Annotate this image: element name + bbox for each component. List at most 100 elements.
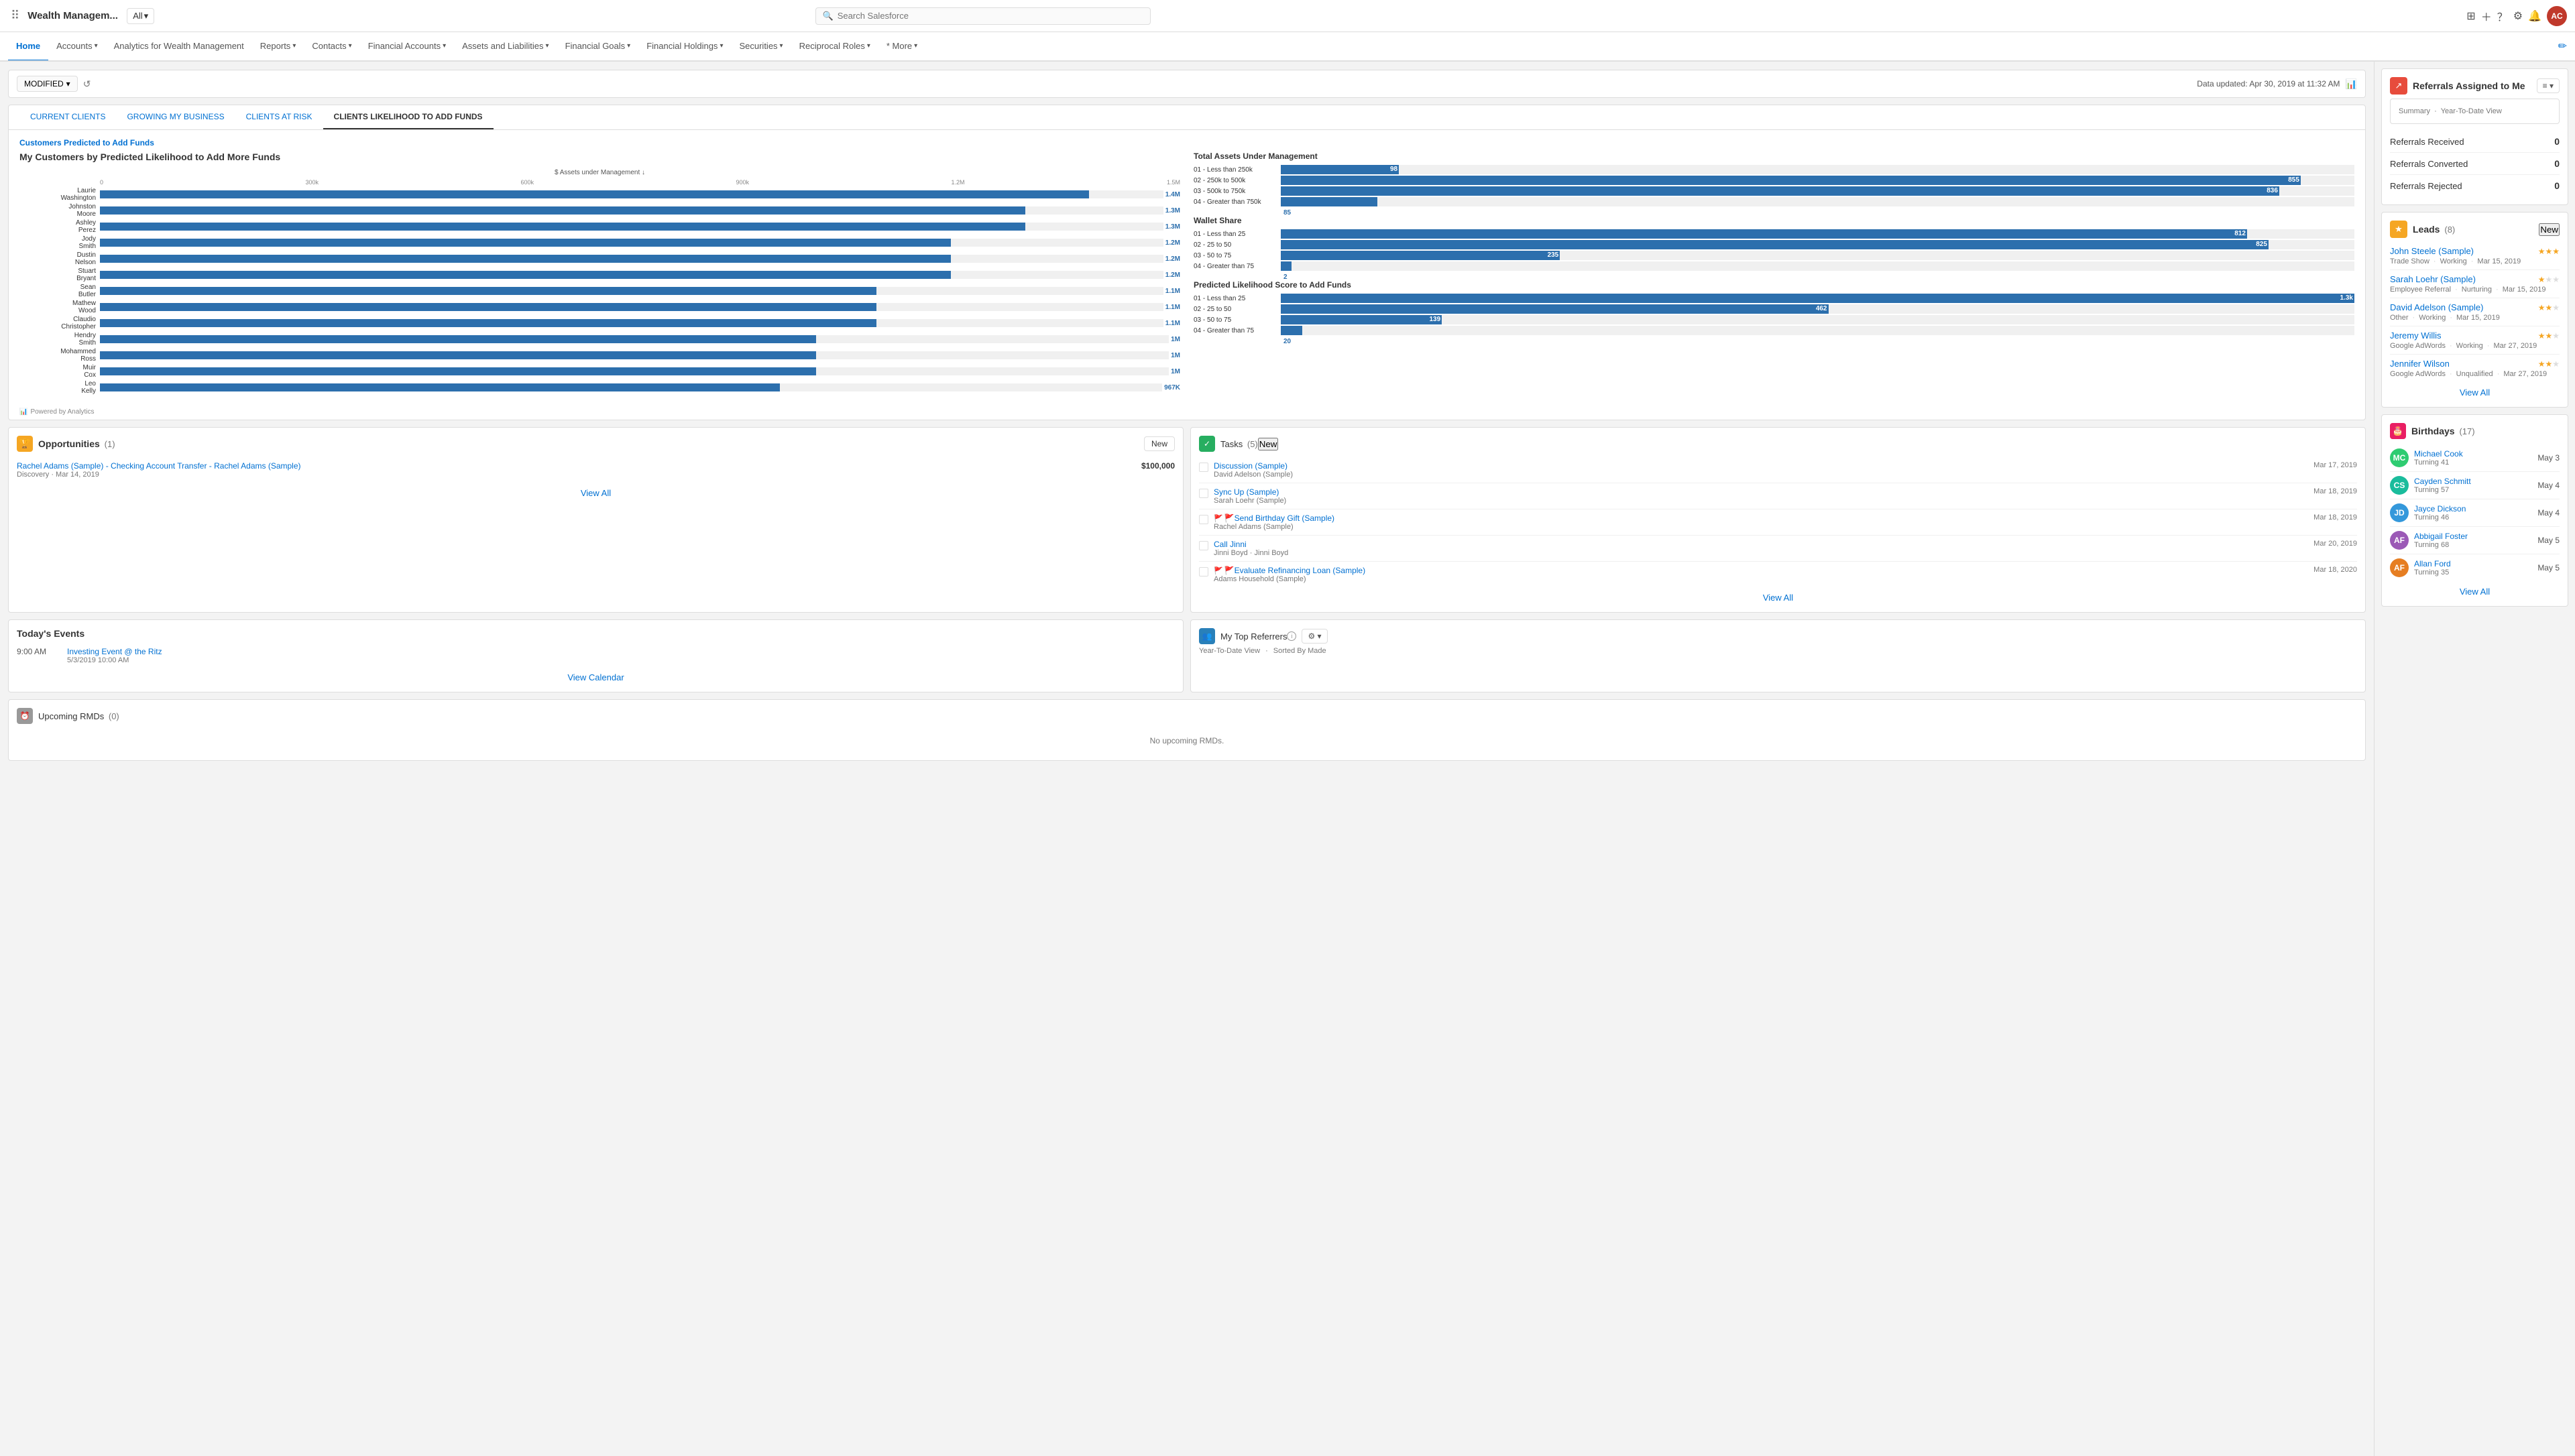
bar-track: [100, 287, 1163, 295]
reports-chevron-icon: ▾: [292, 42, 296, 50]
user-avatar[interactable]: AC: [2547, 6, 2567, 26]
birthday-name-link[interactable]: Michael Cook: [2414, 449, 2532, 459]
view-calendar-link[interactable]: View Calendar: [567, 672, 624, 682]
birthday-date: May 4: [2537, 481, 2560, 490]
referrers-settings-button[interactable]: ⚙ ▾: [1302, 629, 1327, 644]
accounts-chevron-icon: ▾: [95, 42, 98, 50]
left-chart: My Customers by Predicted Likelihood to …: [19, 151, 1180, 396]
app-launcher-icon[interactable]: ⠿: [8, 6, 22, 25]
nav-item-securities[interactable]: Securities ▾: [731, 32, 791, 62]
task-checkbox[interactable]: [1199, 567, 1208, 577]
lead-name-link[interactable]: John Steele (Sample): [2390, 246, 2474, 256]
bar-fill: [100, 303, 876, 311]
lead-name-link[interactable]: Jennifer Wilson: [2390, 359, 2450, 369]
notifications-icon[interactable]: 🔔: [2528, 9, 2541, 23]
birthday-item: AF Abbigail Foster Turning 68 May 5: [2390, 527, 2560, 554]
hbar-label: 02 - 25 to 50: [1194, 241, 1281, 249]
referrers-header: 👥 My Top Referrers i ⚙ ▾: [1199, 628, 2357, 644]
task-checkbox[interactable]: [1199, 463, 1208, 472]
nav-item-financial-goals[interactable]: Financial Goals ▾: [557, 32, 639, 62]
birthdays-card: 🎂 Birthdays (17) MC Michael Cook Turning…: [2381, 414, 2568, 607]
tab-current-clients[interactable]: CURRENT CLIENTS: [19, 105, 116, 129]
birthday-item: AF Allan Ford Turning 35 May 5: [2390, 554, 2560, 581]
nav-item-more[interactable]: * More ▾: [878, 32, 925, 62]
nav-item-financial-accounts[interactable]: Financial Accounts ▾: [360, 32, 454, 62]
left-bar-row: DustinNelson 1.2M: [19, 251, 1180, 266]
bar-track: [100, 367, 1169, 375]
tab-clients-at-risk[interactable]: CLIENTS AT RISK: [235, 105, 323, 129]
event-name-link[interactable]: Investing Event @ the Ritz: [67, 647, 162, 656]
lead-name-link[interactable]: David Adelson (Sample): [2390, 302, 2483, 312]
lead-name-link[interactable]: Sarah Loehr (Sample): [2390, 274, 2476, 284]
right-bar-row: 03 - 50 to 75 235: [1194, 251, 2354, 260]
nav-item-financial-holdings[interactable]: Financial Holdings ▾: [638, 32, 731, 62]
birthdays-view-all-link[interactable]: View All: [2460, 587, 2490, 597]
referrals-settings-button[interactable]: ≡ ▾: [2537, 78, 2560, 93]
add-icon[interactable]: ＋: [2481, 8, 2492, 24]
tab-growing-business[interactable]: GROWING MY BUSINESS: [116, 105, 235, 129]
leads-view-all-link[interactable]: View All: [2460, 387, 2490, 398]
nav-item-reports[interactable]: Reports ▾: [252, 32, 304, 62]
task-name-link[interactable]: Sync Up (Sample): [1214, 487, 2308, 497]
nav-item-contacts[interactable]: Contacts ▾: [304, 32, 359, 62]
birthday-name-link[interactable]: Cayden Schmitt: [2414, 477, 2532, 486]
birthdays-title: Birthdays (17): [2411, 426, 2560, 436]
hbar-track: 85: [1281, 197, 2354, 206]
bar-track: [100, 319, 1163, 327]
opportunities-view-all-link[interactable]: View All: [581, 488, 611, 498]
birthday-name-link[interactable]: Allan Ford: [2414, 559, 2532, 568]
bar-fill: [100, 206, 1025, 215]
hbar-fill: 825: [1281, 240, 2269, 249]
modified-label: MODIFIED: [24, 79, 64, 88]
top-actions: ⊞ ＋ ？ ⚙ 🔔 AC: [2466, 6, 2567, 26]
referrers-info-icon[interactable]: i: [1287, 631, 1296, 641]
help-icon[interactable]: ？: [2497, 8, 2508, 24]
leads-new-button[interactable]: New: [2539, 223, 2560, 236]
search-bar[interactable]: 🔍: [815, 7, 1151, 25]
right-bar-row: 01 - Less than 250k 98: [1194, 165, 2354, 174]
referral-label: Referrals Converted: [2390, 159, 2468, 169]
nav-item-reciprocal-roles[interactable]: Reciprocal Roles ▾: [791, 32, 878, 62]
nav-item-home[interactable]: Home: [8, 32, 48, 62]
all-dropdown[interactable]: All ▾: [127, 8, 154, 24]
lead-item: Jennifer Wilson ★★★ Google AdWords · Unq…: [2390, 355, 2560, 382]
grid-icon[interactable]: ⊞: [2466, 9, 2475, 23]
tab-clients-likelihood[interactable]: CLIENTS LIKELIHOOD TO ADD FUNDS: [323, 105, 494, 129]
lead-stars: ★★★: [2538, 275, 2560, 284]
hbar-value: 235: [1548, 251, 1559, 260]
bar-value: 1.2M: [1165, 255, 1180, 263]
nav-item-analytics[interactable]: Analytics for Wealth Management: [106, 32, 252, 62]
task-name-link[interactable]: Discussion (Sample): [1214, 461, 2308, 471]
axis-ticks: 0 300k 600k 900k 1.2M 1.5M: [100, 179, 1180, 186]
nav-item-assets[interactable]: Assets and Liabilities ▾: [454, 32, 557, 62]
settings-icon[interactable]: ⚙: [2513, 9, 2523, 23]
task-checkbox[interactable]: [1199, 515, 1208, 524]
hbar-fill: 836: [1281, 186, 2279, 196]
tasks-new-button[interactable]: New: [1258, 438, 1279, 450]
modified-button[interactable]: MODIFIED ▾: [17, 76, 78, 92]
opportunity-name-link[interactable]: Rachel Adams (Sample) - Checking Account…: [17, 461, 301, 471]
hbar-fill: [1281, 326, 1302, 335]
task-name-link[interactable]: 🚩Evaluate Refinancing Loan (Sample): [1214, 566, 2308, 575]
task-checkbox[interactable]: [1199, 541, 1208, 550]
birthday-info: Jayce Dickson Turning 46: [2414, 504, 2532, 522]
chart-icon[interactable]: 📊: [2346, 78, 2357, 90]
nav-item-accounts[interactable]: Accounts ▾: [48, 32, 106, 62]
task-name-link[interactable]: 🚩Send Birthday Gift (Sample): [1214, 513, 2308, 523]
task-sub: Adams Household (Sample): [1214, 575, 2308, 583]
task-name-link[interactable]: Call Jinni: [1214, 540, 2308, 549]
opportunities-new-button[interactable]: New: [1144, 436, 1175, 451]
task-checkbox[interactable]: [1199, 489, 1208, 498]
birthday-name-link[interactable]: Jayce Dickson: [2414, 504, 2532, 513]
lead-name-link[interactable]: Jeremy Willis: [2390, 330, 2442, 341]
refresh-icon[interactable]: ↺: [83, 78, 91, 90]
securities-chevron-icon: ▾: [780, 42, 783, 50]
bottom-two-col: 🏆 Opportunities (1) New Rachel Adams (Sa…: [8, 427, 2366, 613]
bar-label: MohammedRoss: [19, 348, 100, 363]
axis-label: $ Assets under Management ↓: [19, 169, 1180, 176]
tasks-view-all-link[interactable]: View All: [1763, 593, 1793, 603]
search-input[interactable]: [838, 11, 1143, 21]
birthday-name-link[interactable]: Abbigail Foster: [2414, 532, 2532, 541]
edit-nav-icon[interactable]: ✏: [2558, 40, 2567, 53]
birthday-sub: Turning 41: [2414, 459, 2532, 467]
